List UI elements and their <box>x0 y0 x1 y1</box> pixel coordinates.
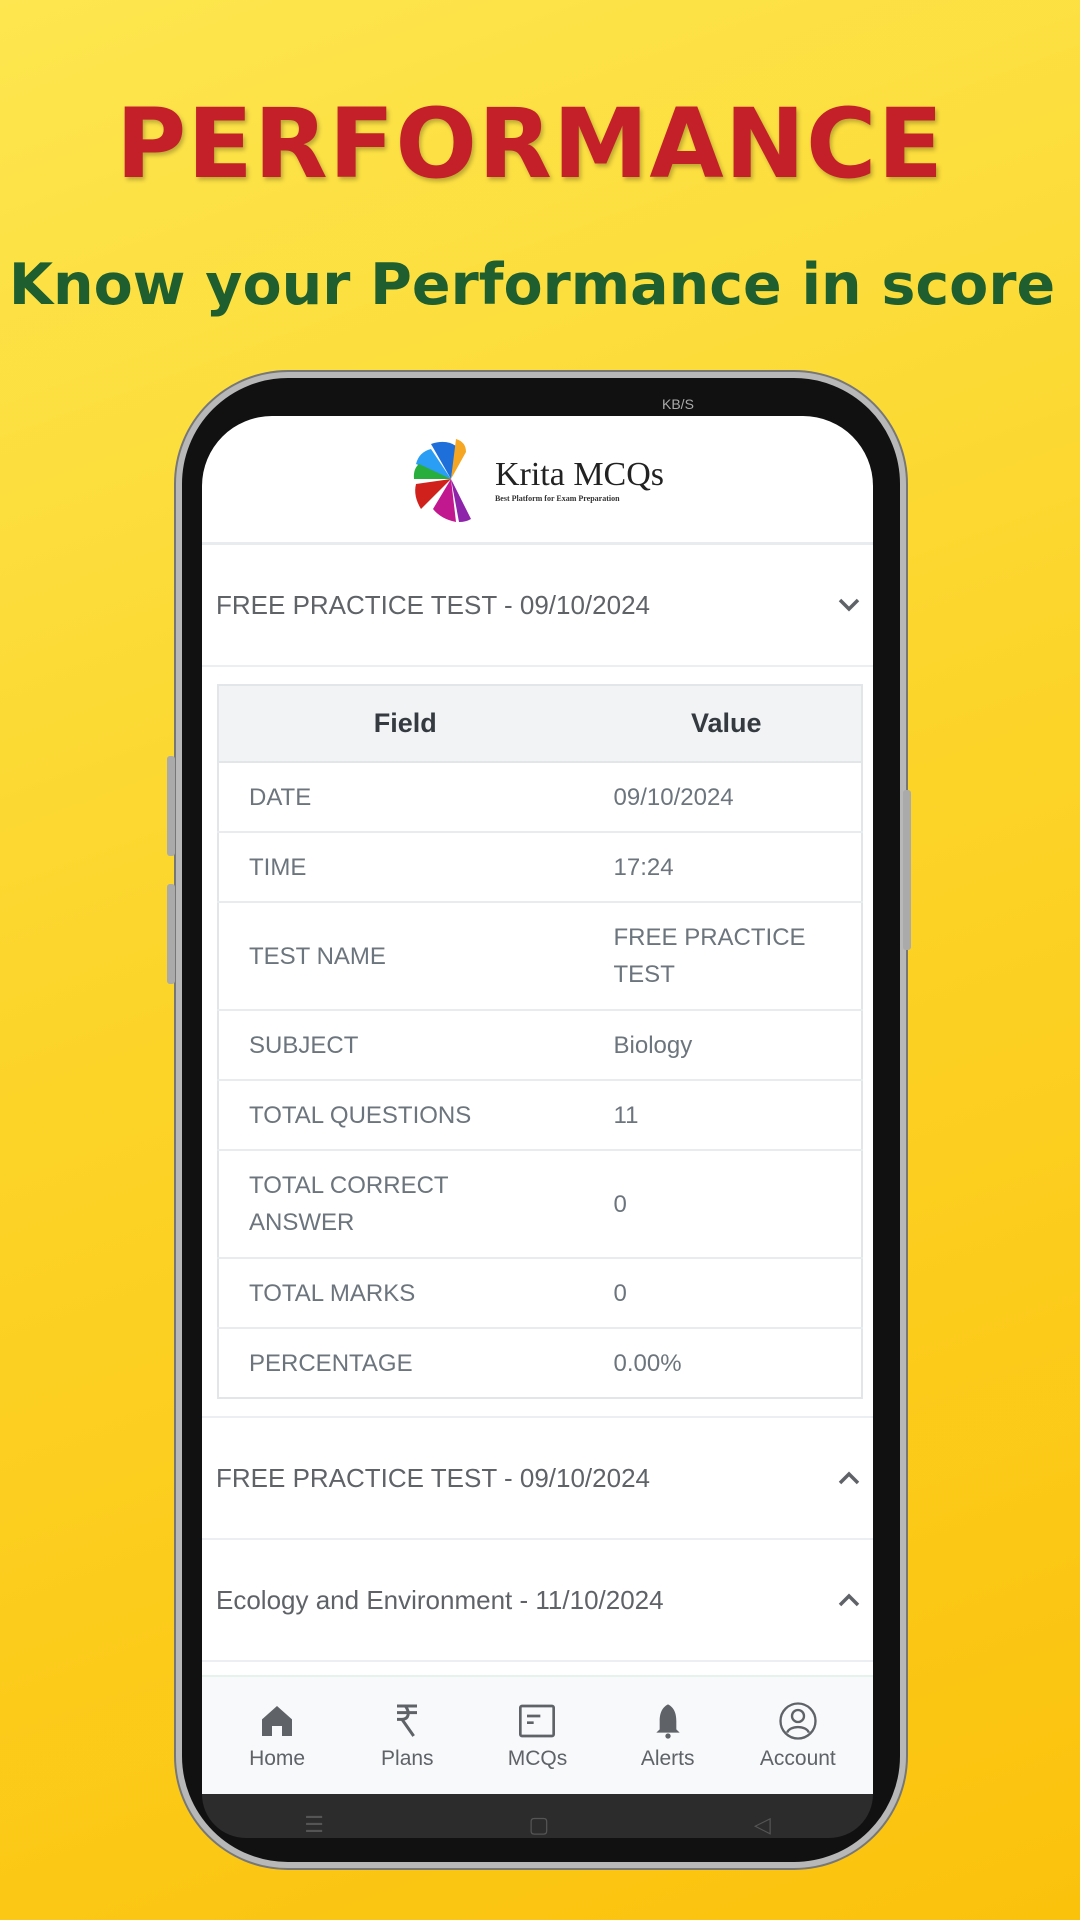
accordion-title: Ecology and Environment - 11/10/2024 <box>216 1584 664 1615</box>
value-cell: Biology <box>591 1009 862 1080</box>
nav-mcqs[interactable]: MCQs <box>477 1701 597 1771</box>
recents-icon[interactable]: ☰ <box>304 1812 324 1838</box>
volume-down-button <box>167 884 175 984</box>
nav-label: Plans <box>381 1746 434 1770</box>
logo-swirl-icon <box>413 439 471 522</box>
nav-alerts[interactable]: Alerts <box>608 1701 728 1771</box>
value-cell: 0.00% <box>591 1327 862 1398</box>
field-cell: SUBJECT <box>218 1009 592 1080</box>
nav-label: MCQs <box>507 1746 568 1770</box>
table-row: TOTAL MARKS 0 <box>218 1257 862 1328</box>
field-cell: TOTAL QUESTIONS <box>218 1079 592 1150</box>
logo-name: Krita MCQs <box>494 455 665 493</box>
accordion-body: Field Value DATE 09/10/2024 TIME 17:24 TES… <box>202 667 873 1418</box>
accordion-title: FREE PRACTICE TEST - 09/10/2024 <box>216 1462 650 1493</box>
accordion-title: FREE PRACTICE TEST - 09/10/2024 <box>216 589 650 620</box>
chevron-up-icon <box>835 1464 863 1492</box>
accordion-header[interactable]: Ecology and Environment - 11/10/2024 <box>202 1540 873 1662</box>
field-cell: TOTAL MARKS <box>218 1257 592 1328</box>
accordion-header[interactable]: FREE PRACTICE TEST - 09/10/2024 <box>202 1418 873 1540</box>
back-icon[interactable]: ◁ <box>754 1812 771 1838</box>
field-cell: DATE <box>218 761 592 832</box>
field-cell: TIME <box>218 831 592 902</box>
value-cell: 09/10/2024 <box>591 761 862 832</box>
value-cell: 11 <box>591 1079 862 1150</box>
table-row: SUBJECT Biology <box>218 1009 862 1080</box>
column-header-value: Value <box>591 685 862 763</box>
table-row: TEST NAME FREE PRACTICE TEST <box>218 901 862 1010</box>
nav-label: Home <box>249 1746 306 1770</box>
nav-account[interactable]: Account <box>738 1701 858 1771</box>
value-cell: 0 <box>591 1257 862 1328</box>
app-header: Krita MCQs Best Platform for Exam Prepar… <box>202 416 873 545</box>
bottom-nav: Home Plans MCQs Alerts Account <box>202 1675 873 1794</box>
nav-label: Alerts <box>640 1746 695 1770</box>
app-logo: Krita MCQs Best Platform for Exam Prepar… <box>411 434 664 524</box>
mcq-card-icon <box>519 1704 556 1737</box>
nav-plans[interactable]: Plans <box>347 1701 467 1771</box>
promo-title: PERFORMANCE <box>115 88 945 200</box>
nav-home[interactable]: Home <box>217 1701 337 1771</box>
power-button <box>903 790 911 950</box>
chevron-up-icon <box>835 1586 863 1614</box>
chevron-down-icon <box>835 591 863 619</box>
table-row: DATE 09/10/2024 <box>218 761 862 832</box>
result-table: Field Value DATE 09/10/2024 TIME 17:24 TES… <box>217 684 863 1399</box>
column-header-field: Field <box>218 685 592 763</box>
home-icon <box>262 1705 293 1736</box>
network-speed: KB/S <box>662 396 694 412</box>
rupee-icon <box>397 1704 418 1737</box>
app-screen: Krita MCQs Best Platform for Exam Prepar… <box>202 416 873 1794</box>
field-cell: TEST NAME <box>218 901 592 1010</box>
table-row: TOTAL QUESTIONS 11 <box>218 1079 862 1150</box>
status-bar: KB/S <box>236 396 836 416</box>
table-header-row: Field Value <box>218 685 862 763</box>
promo-subtitle: Know your Performance in score <box>8 252 1056 318</box>
accordion-header[interactable]: FREE PRACTICE TEST - 09/10/2024 <box>202 545 873 667</box>
logo-tagline: Best Platform for Exam Preparation <box>494 493 620 503</box>
field-cell: TOTAL CORRECT ANSWER <box>218 1149 592 1258</box>
field-cell: PERCENTAGE <box>218 1327 592 1398</box>
table-row: TIME 17:24 <box>218 831 862 902</box>
table-row: TOTAL CORRECT ANSWER 0 <box>218 1149 862 1258</box>
bell-icon <box>655 1703 680 1739</box>
home-system-icon[interactable]: ▢ <box>529 1812 550 1838</box>
table-row: PERCENTAGE 0.00% <box>218 1327 862 1398</box>
volume-up-button <box>167 756 175 856</box>
value-cell: 17:24 <box>591 831 862 902</box>
value-cell: FREE PRACTICE TEST <box>591 901 862 1010</box>
system-nav-bar: ☰ ▢ ◁ <box>202 1794 873 1838</box>
account-icon <box>779 1701 817 1740</box>
value-cell: 0 <box>591 1149 862 1258</box>
nav-label: Account <box>759 1746 836 1770</box>
